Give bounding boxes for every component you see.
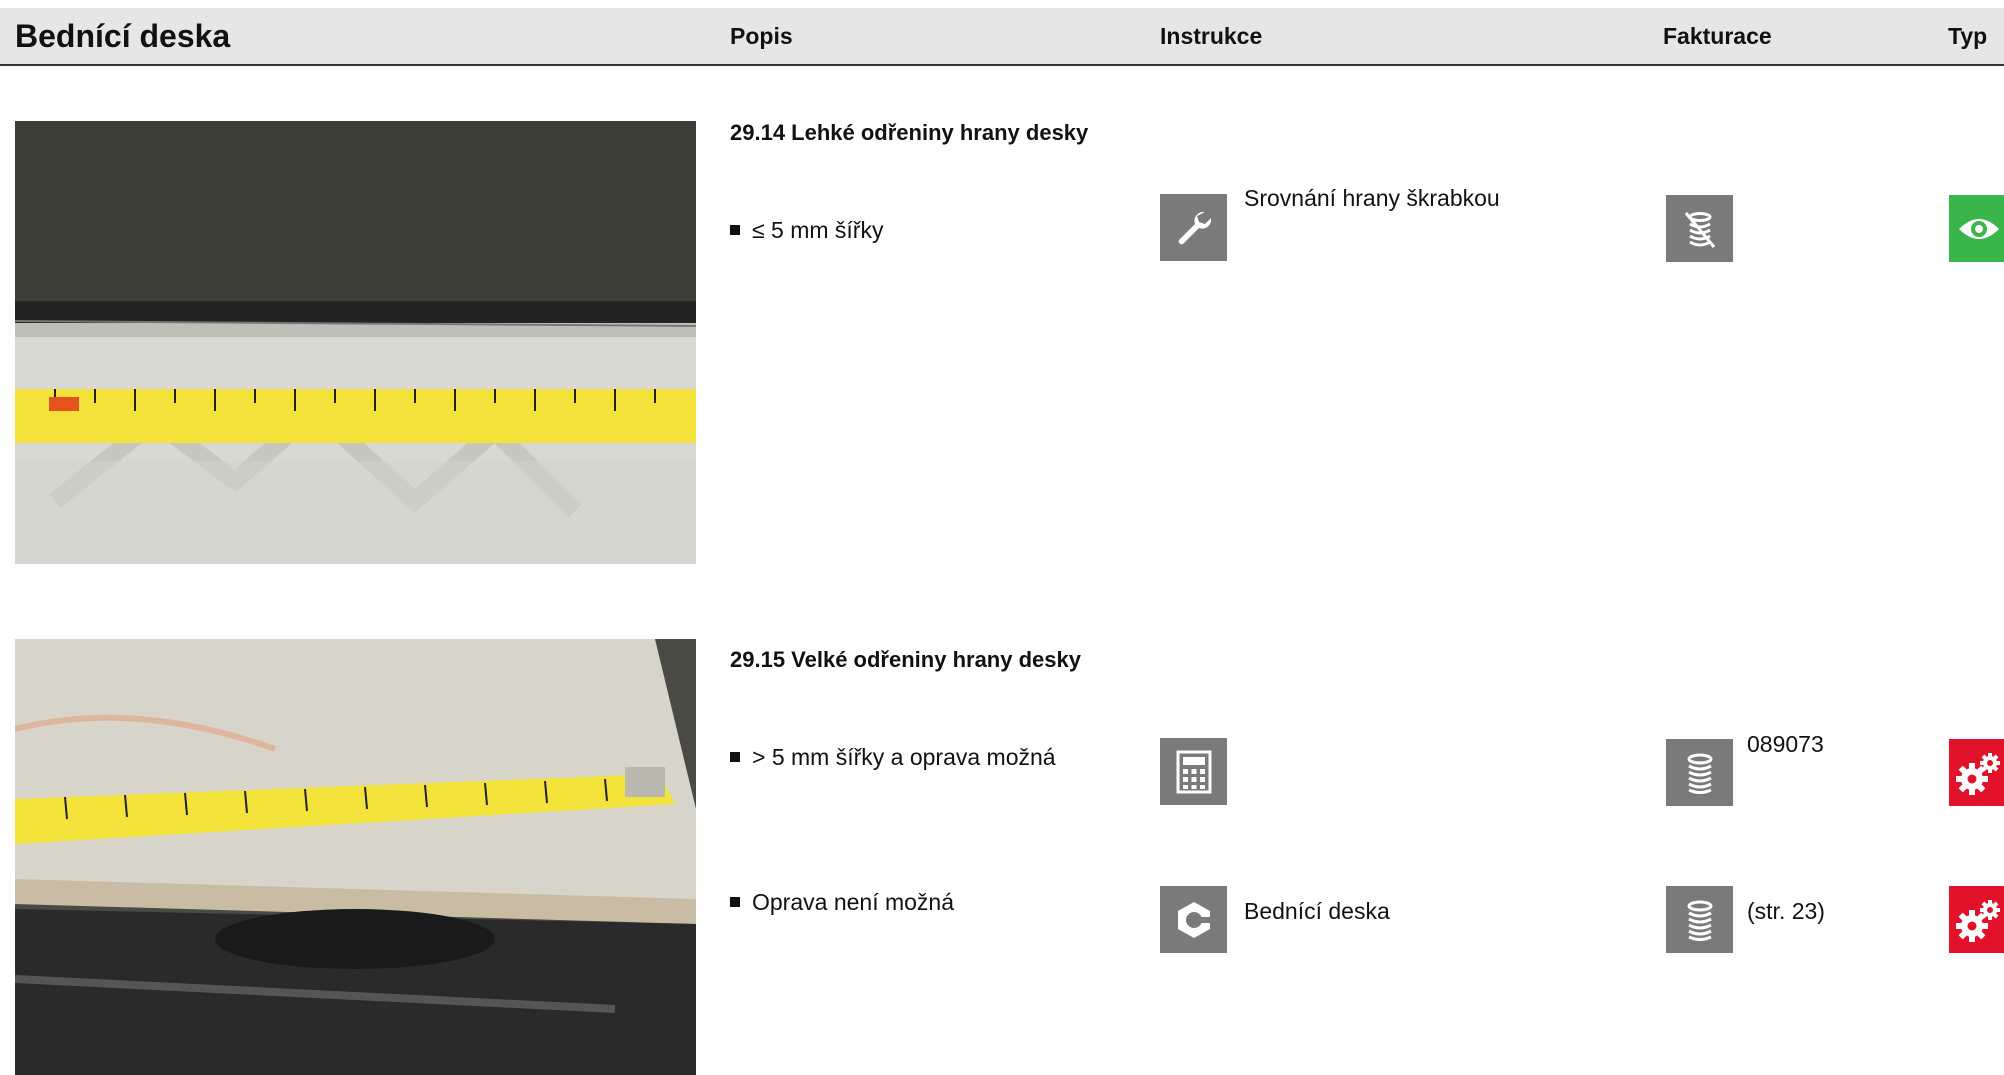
calculator-icon [1160, 738, 1227, 805]
no-billing-coins-icon [1666, 195, 1733, 262]
column-header-popis: Popis [730, 23, 793, 49]
column-header-typ: Typ [1948, 23, 1988, 49]
bullet-square-icon [730, 751, 740, 762]
instrukce-text: Srovnání hrany škrabkou [1244, 185, 1500, 211]
gears-icon [1949, 886, 2004, 953]
page-title: Bednící deska [15, 18, 231, 54]
column-header-instrukce: Instrukce [1160, 23, 1263, 49]
coins-icon [1666, 739, 1733, 806]
coins-icon [1666, 886, 1733, 953]
section-title-29-15: 29.15 Velké odřeniny hrany desky [730, 647, 1081, 672]
table-header: Bednící deska Popis Instrukce Fakturace … [0, 8, 2004, 66]
eye-icon [1949, 195, 2004, 262]
hex-nut-icon [1160, 886, 1227, 953]
fakturace-reference: (str. 23) [1747, 898, 1825, 924]
fakturace-code: 089073 [1747, 731, 1824, 757]
popis-text: > 5 mm šířky a oprava možná [752, 744, 1056, 770]
list-item-popis: Oprava není možná [730, 889, 954, 916]
column-header-fakturace: Fakturace [1663, 23, 1772, 49]
photo-light-edge-abrasion [15, 121, 696, 564]
popis-text: Oprava není možná [752, 889, 955, 915]
photo-heavy-edge-abrasion [15, 639, 696, 1075]
bullet-square-icon [730, 896, 740, 907]
section-title-29-14: 29.14 Lehké odřeniny hrany desky [730, 120, 1089, 145]
popis-text: ≤ 5 mm šířky [752, 217, 884, 243]
instrukce-text: Bednící deska [1244, 898, 1390, 924]
gears-icon [1949, 739, 2004, 806]
list-item-popis: > 5 mm šířky a oprava možná [730, 744, 1056, 771]
bullet-square-icon [730, 224, 740, 235]
list-item-popis: ≤ 5 mm šířky [730, 217, 883, 244]
wrench-icon [1160, 194, 1227, 261]
